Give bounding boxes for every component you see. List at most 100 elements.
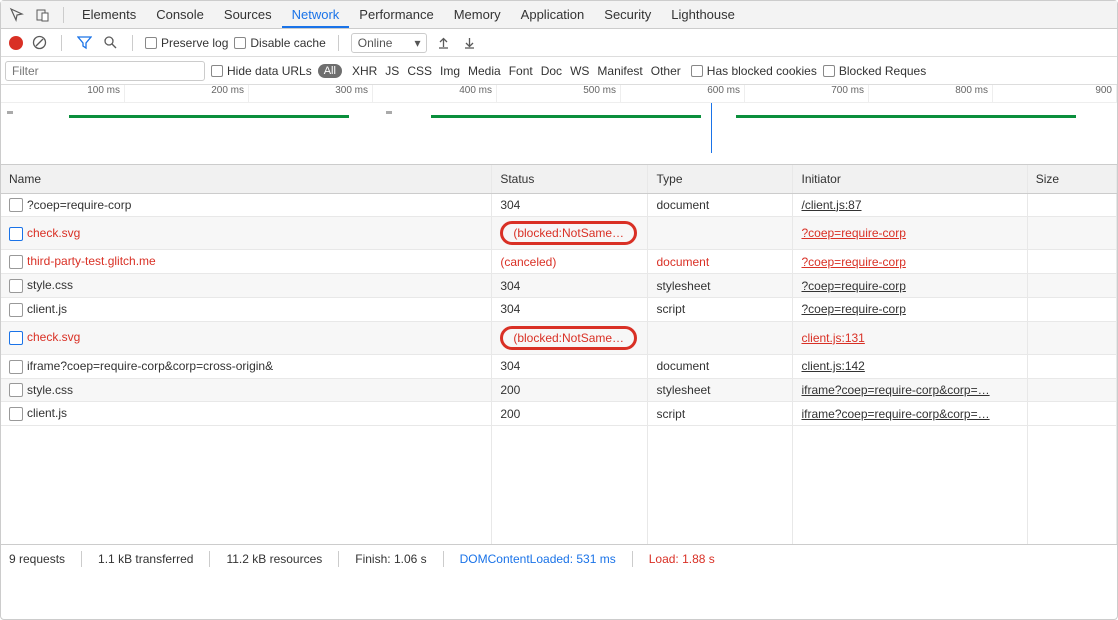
preserve-log-checkbox[interactable]: Preserve log <box>145 36 228 50</box>
tab-network[interactable]: Network <box>282 1 350 28</box>
cell-name[interactable]: third-party-test.glitch.me <box>1 250 492 274</box>
download-icon[interactable] <box>459 33 479 53</box>
column-status[interactable]: Status <box>492 165 648 193</box>
requests-table[interactable]: NameStatusTypeInitiatorSize ?coep=requir… <box>1 165 1117 545</box>
column-name[interactable]: Name <box>1 165 492 193</box>
has-blocked-cookies-label: Has blocked cookies <box>707 64 817 78</box>
filter-img[interactable]: Img <box>436 64 464 78</box>
clear-button[interactable] <box>29 33 49 53</box>
filter-doc[interactable]: Doc <box>537 64 566 78</box>
filter-icon[interactable] <box>74 33 94 53</box>
throttling-dropdown[interactable]: Online ▾ <box>351 33 428 53</box>
search-icon[interactable] <box>100 33 120 53</box>
has-blocked-cookies-checkbox[interactable]: Has blocked cookies <box>691 64 817 78</box>
cell-status: (blocked:NotSame… <box>492 217 648 250</box>
table-row[interactable]: third-party-test.glitch.me(canceled)docu… <box>1 250 1117 274</box>
ruler-tick: 900 <box>993 85 1117 102</box>
cell-name[interactable]: check.svg <box>1 321 492 354</box>
table-row[interactable]: style.css200stylesheetiframe?coep=requir… <box>1 378 1117 402</box>
filter-js[interactable]: JS <box>381 64 403 78</box>
filter-other[interactable]: Other <box>647 64 685 78</box>
table-row[interactable]: iframe?coep=require-corp&corp=cross-orig… <box>1 354 1117 378</box>
filter-input[interactable] <box>5 61 205 81</box>
cell-status: 200 <box>492 378 648 402</box>
cell-size <box>1027 402 1116 426</box>
cell-name[interactable]: check.svg <box>1 217 492 250</box>
cell-name[interactable]: client.js <box>1 297 492 321</box>
tab-console[interactable]: Console <box>146 1 214 28</box>
image-file-icon <box>9 331 23 345</box>
doc-file-icon <box>9 279 23 293</box>
cell-name[interactable]: style.css <box>1 378 492 402</box>
table-row[interactable]: client.js200scriptiframe?coep=require-co… <box>1 402 1117 426</box>
tab-elements[interactable]: Elements <box>72 1 146 28</box>
disable-cache-checkbox[interactable]: Disable cache <box>234 36 325 50</box>
cell-status: 304 <box>492 274 648 298</box>
table-row[interactable]: ?coep=require-corp304document/client.js:… <box>1 193 1117 217</box>
cell-name[interactable]: client.js <box>1 402 492 426</box>
column-initiator[interactable]: Initiator <box>793 165 1027 193</box>
cell-initiator[interactable]: client.js:142 <box>793 354 1027 378</box>
filter-xhr[interactable]: XHR <box>348 64 381 78</box>
cell-size <box>1027 250 1116 274</box>
record-button[interactable] <box>9 36 23 50</box>
filter-font[interactable]: Font <box>505 64 537 78</box>
ruler-tick: 800 ms <box>869 85 993 102</box>
cell-initiator[interactable]: ?coep=require-corp <box>793 250 1027 274</box>
table-row[interactable]: client.js304script?coep=require-corp <box>1 297 1117 321</box>
cell-status: 304 <box>492 354 648 378</box>
blocked-requests-checkbox[interactable]: Blocked Reques <box>823 64 926 78</box>
cell-initiator[interactable]: client.js:131 <box>793 321 1027 354</box>
tab-lighthouse[interactable]: Lighthouse <box>661 1 745 28</box>
cell-type: document <box>648 193 793 217</box>
cell-type: document <box>648 354 793 378</box>
timeline-overview[interactable]: 100 ms200 ms300 ms400 ms500 ms600 ms700 … <box>1 85 1117 165</box>
tab-performance[interactable]: Performance <box>349 1 443 28</box>
cell-status: 304 <box>492 297 648 321</box>
column-size[interactable]: Size <box>1027 165 1116 193</box>
cell-type: document <box>648 250 793 274</box>
table-row[interactable]: style.css304stylesheet?coep=require-corp <box>1 274 1117 298</box>
cell-type: stylesheet <box>648 274 793 298</box>
tab-security[interactable]: Security <box>594 1 661 28</box>
cell-size <box>1027 217 1116 250</box>
upload-icon[interactable] <box>433 33 453 53</box>
cell-name[interactable]: iframe?coep=require-corp&corp=cross-orig… <box>1 354 492 378</box>
ruler-tick: 600 ms <box>621 85 745 102</box>
cell-status: (blocked:NotSame… <box>492 321 648 354</box>
ruler-tick: 500 ms <box>497 85 621 102</box>
filter-css[interactable]: CSS <box>403 64 436 78</box>
filter-all[interactable]: All <box>318 64 342 78</box>
table-row[interactable]: check.svg(blocked:NotSame… ?coep=require-… <box>1 217 1117 250</box>
cell-name[interactable]: ?coep=require-corp <box>1 193 492 217</box>
cell-type: stylesheet <box>648 378 793 402</box>
cell-initiator[interactable]: ?coep=require-corp <box>793 297 1027 321</box>
filter-manifest[interactable]: Manifest <box>593 64 646 78</box>
hide-data-urls-checkbox[interactable]: Hide data URLs <box>211 64 312 78</box>
load-time: Load: 1.88 s <box>649 552 715 566</box>
filter-ws[interactable]: WS <box>566 64 593 78</box>
filter-media[interactable]: Media <box>464 64 505 78</box>
cell-name[interactable]: style.css <box>1 274 492 298</box>
tab-application[interactable]: Application <box>511 1 595 28</box>
cell-size <box>1027 378 1116 402</box>
cell-initiator[interactable]: ?coep=require-corp <box>793 274 1027 298</box>
cell-initiator[interactable]: /client.js:87 <box>793 193 1027 217</box>
chevron-down-icon: ▾ <box>414 36 420 50</box>
doc-file-icon <box>9 383 23 397</box>
tab-memory[interactable]: Memory <box>444 1 511 28</box>
cell-status: (canceled) <box>492 250 648 274</box>
cell-type: script <box>648 402 793 426</box>
cell-type <box>648 321 793 354</box>
cell-initiator[interactable]: ?coep=require-corp <box>793 217 1027 250</box>
device-toggle-icon[interactable] <box>31 3 55 27</box>
inspect-icon[interactable] <box>5 3 29 27</box>
cell-size <box>1027 354 1116 378</box>
cell-initiator[interactable]: iframe?coep=require-corp&corp=… <box>793 378 1027 402</box>
table-row[interactable]: check.svg(blocked:NotSame… client.js:131 <box>1 321 1117 354</box>
cell-size <box>1027 321 1116 354</box>
tab-sources[interactable]: Sources <box>214 1 282 28</box>
column-type[interactable]: Type <box>648 165 793 193</box>
throttling-value: Online <box>358 36 393 50</box>
cell-initiator[interactable]: iframe?coep=require-corp&corp=… <box>793 402 1027 426</box>
